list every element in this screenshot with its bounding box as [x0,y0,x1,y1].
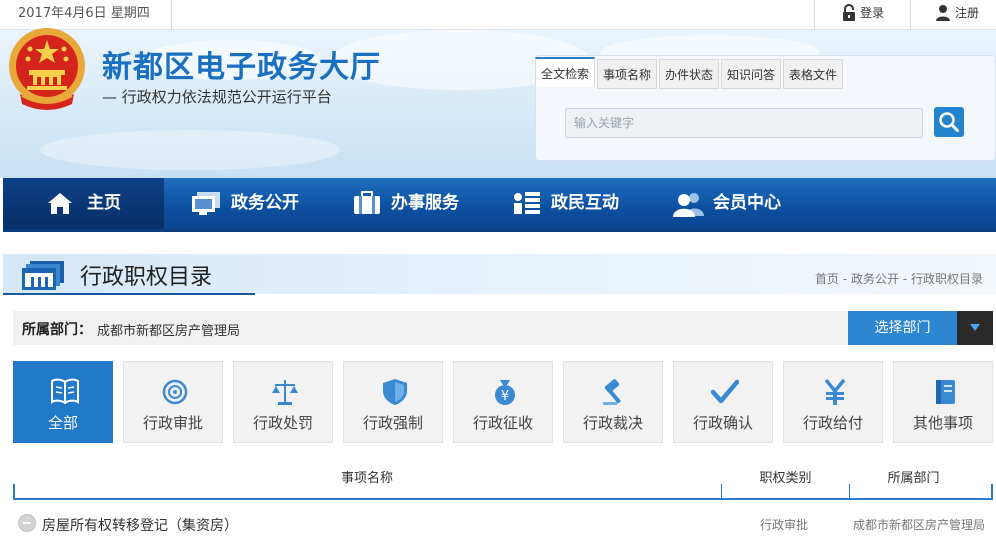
table-divider [991,484,993,499]
table-divider [849,484,850,499]
department-label: 所属部门： [22,322,92,338]
national-emblem-icon [9,28,85,110]
tab-case-status[interactable]: 办件状态 [659,59,719,89]
category-approval[interactable]: 行政审批 [123,361,223,443]
notebook-icon [936,380,955,404]
main-nav: 主页 政务公开 办事服务 政民互动 会员中心 [3,178,996,232]
category-approval-label: 行政审批 [142,414,203,432]
register-link[interactable]: 注册 [910,0,996,30]
page-title: 行政职权目录 [80,265,213,290]
page: 2017年4月6日 星期四 登录 注册 新都区电子政务大厅 — 行政权力依法规范… [0,0,996,538]
seal-icon [162,379,188,405]
column-header-item-name: 事项名称 [340,471,393,486]
category-penalty[interactable]: 行政处罚 [233,361,333,443]
checkmark-icon [711,379,739,404]
search-icon [939,112,959,132]
search-input[interactable] [565,108,923,138]
category-all[interactable]: 全部 [13,361,113,443]
scales-icon [272,380,298,405]
gavel-icon [603,379,622,405]
briefcase-icon [354,191,380,214]
category-ruling[interactable]: 行政裁决 [563,361,663,443]
breadcrumb-separator: - [839,272,851,286]
column-header-power-type: 职权类别 [759,471,812,486]
nav-interaction[interactable]: 政民互动 [513,178,643,229]
site-subtitle: — 行政权力依法规范公开运行平台 [102,88,332,106]
table-divider [721,484,722,499]
nav-services-label: 办事服务 [391,193,459,213]
column-header-department: 所属部门 [887,471,940,486]
login-link[interactable]: 登录 [814,0,910,30]
category-levy[interactable]: ¥ 行政征收 [453,361,553,443]
breadcrumb-separator: - [899,272,911,286]
category-other[interactable]: 其他事项 [893,361,993,443]
table-row-power-type: 行政审批 [760,518,809,532]
department-dropdown-toggle[interactable] [957,311,993,345]
monitor-icon [192,192,220,215]
breadcrumb-gov-affairs[interactable]: 政务公开 [851,272,899,286]
category-payment-label: 行政给付 [802,414,863,432]
nav-member-label: 会员中心 [713,193,781,213]
nav-home[interactable]: 主页 [47,178,157,229]
category-ruling-label: 行政裁决 [582,414,643,432]
home-icon [48,193,72,214]
register-label: 注册 [955,6,980,20]
category-other-label: 其他事项 [912,414,973,432]
category-levy-label: 行政征收 [472,414,533,432]
search-button[interactable] [934,107,964,137]
breadcrumb-home[interactable]: 首页 [815,272,839,286]
tab-knowledge-qa[interactable]: 知识问答 [721,59,781,89]
cloud-decoration [40,130,340,170]
list-icon [514,192,540,214]
collapse-toggle-icon[interactable] [18,514,36,532]
table-row-item-name[interactable]: 房屋所有权转移登记（集资房） [42,515,238,535]
nav-gov-affairs[interactable]: 政务公开 [191,178,321,229]
category-enforcement-label: 行政强制 [362,414,423,432]
site-title: 新都区电子政务大厅 [102,50,381,85]
section-underline [3,293,255,295]
chevron-down-icon [970,324,980,331]
category-confirmation[interactable]: 行政确认 [673,361,773,443]
table-row-department: 成都市新都区房产管理局 [853,518,986,532]
catalog-icon [22,261,64,290]
top-bar: 2017年4月6日 星期四 登录 注册 [0,0,996,30]
login-label: 登录 [860,6,885,20]
users-icon [673,193,704,217]
select-department-button[interactable]: 选择部门 [848,311,957,345]
category-all-label: 全部 [47,414,78,432]
tab-item-name[interactable]: 事项名称 [597,59,657,89]
table-header-line [13,498,993,500]
breadcrumb: 首页 - 政务公开 - 行政职权目录 [815,270,983,287]
tab-fulltext-search[interactable]: 全文检索 [535,57,595,87]
lock-icon [843,4,855,21]
department-value: 成都市新都区房产管理局 [97,324,241,339]
yen-icon [824,378,846,405]
nav-services[interactable]: 办事服务 [353,178,483,229]
nav-interaction-label: 政民互动 [551,193,619,213]
book-icon [51,378,79,404]
tab-form-files[interactable]: 表格文件 [783,59,843,89]
user-icon [936,5,950,21]
shield-icon [383,379,407,405]
nav-home-label: 主页 [87,193,121,213]
money-bag-icon: ¥ [495,380,515,405]
category-penalty-label: 行政处罚 [252,414,313,432]
category-confirmation-label: 行政确认 [692,414,753,432]
svg-text:¥: ¥ [501,389,509,404]
category-enforcement[interactable]: 行政强制 [343,361,443,443]
category-payment[interactable]: 行政给付 [783,361,883,443]
nav-member[interactable]: 会员中心 [673,178,803,229]
breadcrumb-current: 行政职权目录 [910,272,983,286]
table-divider [13,484,15,499]
nav-gov-affairs-label: 政务公开 [231,193,299,213]
